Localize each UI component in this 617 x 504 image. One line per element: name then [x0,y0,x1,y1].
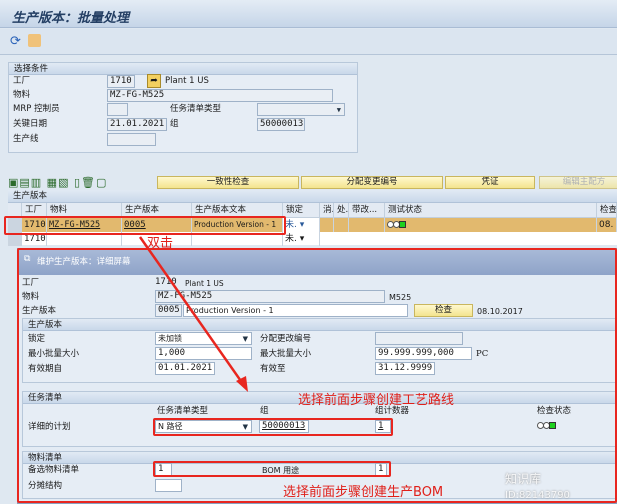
bom-note: 选择前面步骤创建生产BOM [283,485,444,500]
watermark-id: ID:82143790 [505,490,570,501]
arrow-annotation [138,236,248,392]
watermark: 知识库 ID:82143790 [505,470,570,501]
arrow-line [138,236,245,385]
routing-note: 选择前面步骤创建工艺路线 [298,393,455,408]
watermark-text: 知识库 [505,472,542,486]
